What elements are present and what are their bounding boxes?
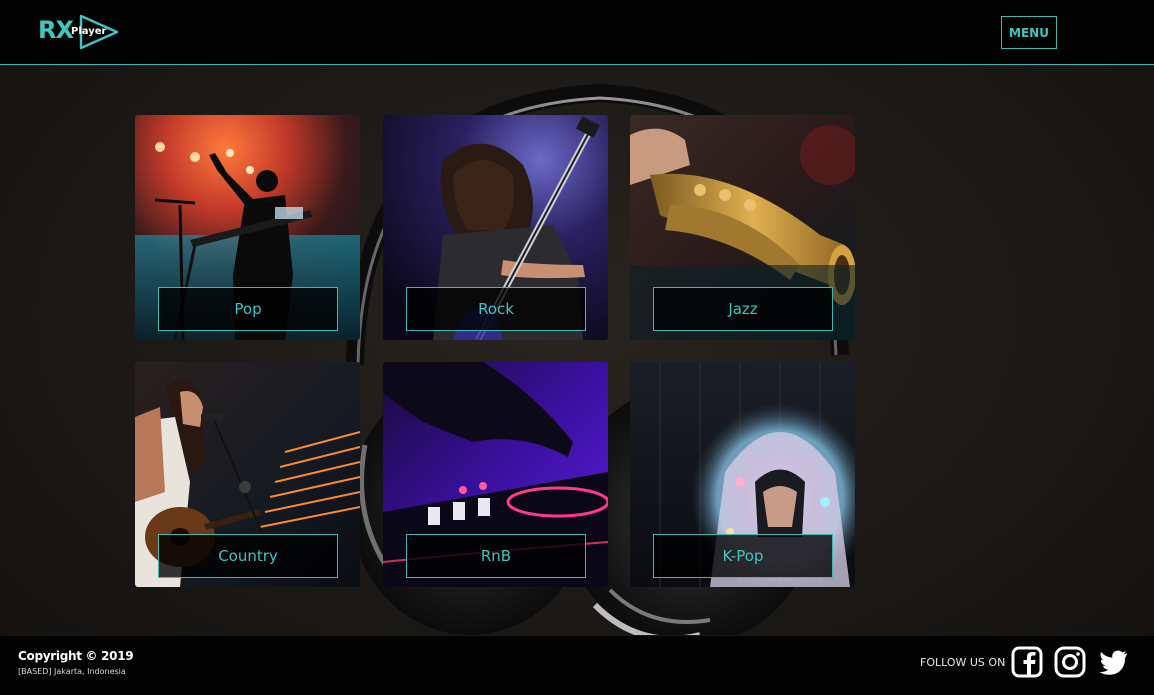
logo-player-text: Player: [71, 26, 107, 37]
top-navbar: RX Player MENU: [0, 0, 1154, 65]
genre-label-rnb: RnB: [406, 534, 586, 578]
instagram-icon[interactable]: [1054, 646, 1086, 678]
page: RX Player MENU Pop Rock Jazz Country RnB…: [0, 0, 1154, 695]
facebook-icon[interactable]: [1011, 646, 1043, 678]
genre-card-kpop[interactable]: K-Pop: [630, 362, 855, 587]
genre-label-pop: Pop: [158, 287, 338, 331]
genre-grid: Pop Rock Jazz Country RnB K-Pop: [135, 115, 855, 587]
genre-card-pop[interactable]: Pop: [135, 115, 360, 340]
genre-card-rock[interactable]: Rock: [383, 115, 608, 340]
genre-card-country[interactable]: Country: [135, 362, 360, 587]
genre-label-rock: Rock: [406, 287, 586, 331]
logo-rx-text: RX: [38, 16, 74, 44]
follow-us-label: FOLLOW US ON: [920, 656, 1006, 669]
genre-card-jazz[interactable]: Jazz: [630, 115, 855, 340]
genre-label-kpop: K-Pop: [653, 534, 833, 578]
rx-player-logo[interactable]: RX Player: [38, 14, 122, 50]
copyright-text: Copyright © 2019: [18, 649, 134, 663]
genre-label-country: Country: [158, 534, 338, 578]
genre-card-rnb[interactable]: RnB: [383, 362, 608, 587]
genre-label-jazz: Jazz: [653, 287, 833, 331]
footer: Copyright © 2019 [BASED] Jakarta, Indone…: [0, 636, 1154, 695]
address-text: [BASED] Jakarta, Indonesia: [18, 667, 126, 676]
menu-button[interactable]: MENU: [1001, 16, 1057, 49]
twitter-icon[interactable]: [1097, 646, 1129, 678]
